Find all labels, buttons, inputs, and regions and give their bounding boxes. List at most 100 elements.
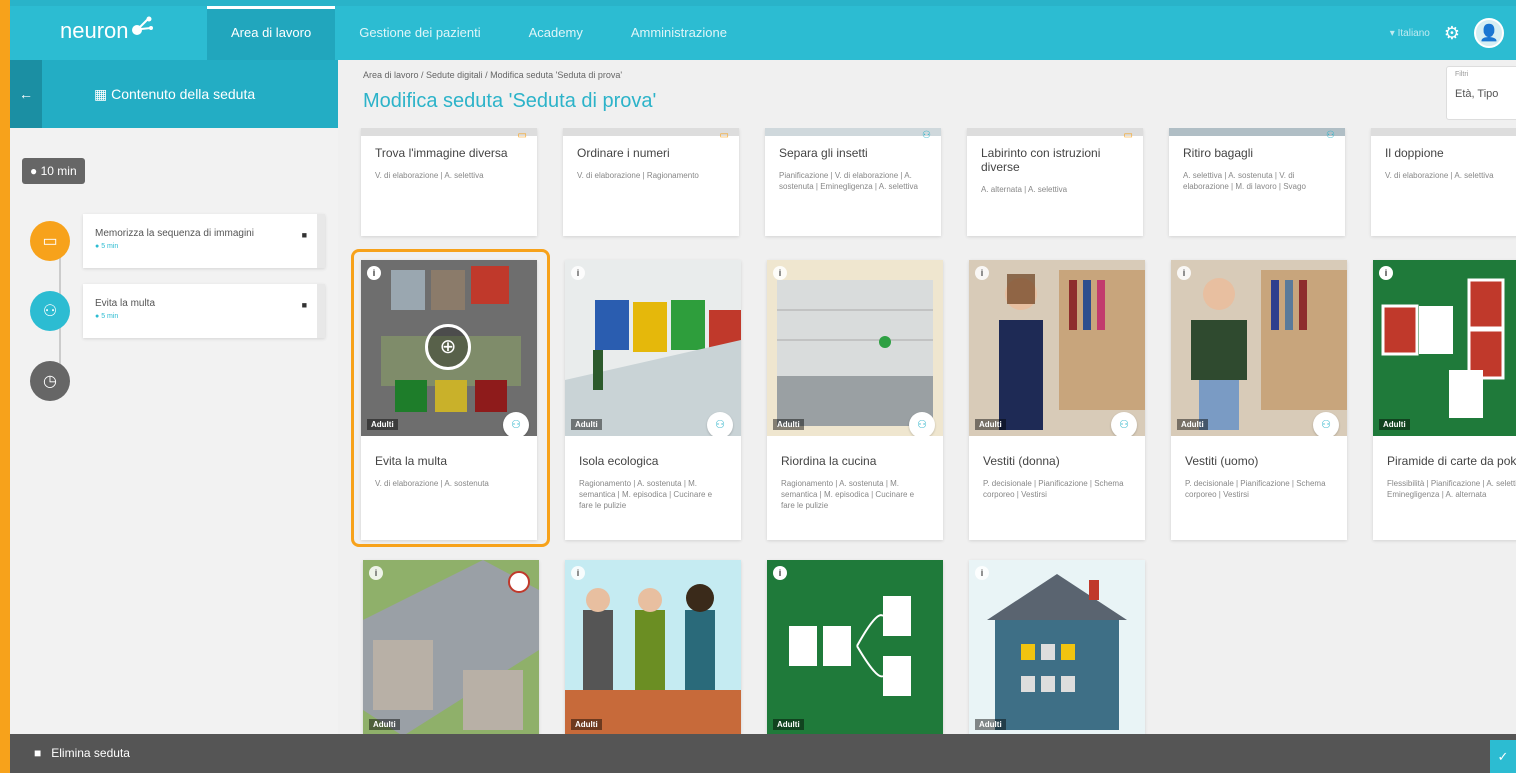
info-icon[interactable]: i [369, 566, 383, 580]
card-title: Trova l'immagine diversa [375, 146, 508, 160]
card-desc: Pianificazione | V. di elaborazione | A.… [779, 171, 918, 192]
gamepad-icon: ⚇ [1313, 412, 1339, 436]
card-thumb-edge [967, 128, 1143, 136]
exercise-card[interactable]: ⚇ Separa gli insetti Pianificazione | V. … [765, 128, 941, 236]
card-title: Vestiti (donna) [983, 454, 1060, 468]
gamepad-icon: ⚇ [707, 412, 733, 436]
exercise-card[interactable]: i Adulti [565, 560, 741, 734]
nav-amministrazione[interactable]: Amministrazione [607, 6, 751, 60]
exercise-card[interactable]: i Adulti ⚇ Vestiti (donna) P. decisionale… [969, 260, 1145, 540]
card-title: Labirinto con istruzioni diverse [981, 146, 1101, 174]
language-select[interactable]: ▾ Italiano [1390, 28, 1430, 39]
age-tag: Adulti [571, 419, 602, 430]
thumbnail-image [363, 560, 539, 734]
avatar[interactable]: 👤 [1474, 18, 1504, 48]
nav-academy[interactable]: Academy [505, 6, 607, 60]
exercise-card[interactable]: ⚇ Ritiro bagagli A. selettiva | A. sosten… [1169, 128, 1345, 236]
card-title: Evita la multa [375, 454, 448, 468]
delete-session-button[interactable]: ■ Elimina seduta [34, 746, 130, 760]
language-label: Italiano [1397, 27, 1430, 39]
card-thumbnail: i Adulti [565, 560, 741, 734]
confirm-button[interactable]: ✓ [1490, 740, 1516, 773]
card-thumb-edge [765, 128, 941, 136]
card-desc: A. selettiva | A. sostenuta | V. di elab… [1183, 171, 1306, 192]
card-desc: A. alternata | A. selettiva [981, 185, 1068, 194]
card-thumb-edge [1169, 128, 1345, 136]
top-right-controls: ▾ Italiano ⚙ 👤 [1390, 18, 1504, 48]
add-time-clock-icon[interactable]: ◷ [30, 361, 70, 401]
exercise-card[interactable]: i Adulti ⚇ Vestiti (uomo) P. decisionale … [1171, 260, 1347, 540]
back-arrow-icon[interactable]: ← [10, 60, 42, 128]
filter-label: Filtri [1455, 71, 1469, 78]
card-desc: V. di elaborazione | A. sostenuta [375, 479, 489, 488]
exercise-card[interactable]: ▭ Ordinare i numeri V. di elaborazione | … [563, 128, 739, 236]
exercise-card[interactable]: Il doppione V. di elaborazione | A. selet… [1371, 128, 1516, 236]
logo[interactable]: neuron [60, 16, 153, 44]
delete-session-label: Elimina seduta [51, 746, 130, 760]
filter-select[interactable]: Filtri Età, Tipo [1446, 66, 1516, 120]
info-icon[interactable]: i [367, 266, 381, 280]
session-item[interactable]: Memorizza la sequenza di immagini ● 5 mi… [83, 214, 325, 268]
top-navbar: neuron Area di lavoro Gestione dei pazie… [10, 0, 1516, 60]
card-desc: V. di elaborazione | Ragionamento [577, 171, 699, 180]
thumbnail-image [777, 280, 933, 426]
exercise-card[interactable]: i ⊕ Adulti ⚇ Evita la multa V. di elabora… [361, 260, 537, 540]
thumbnail-image [999, 270, 1145, 430]
card-thumb-edge [1371, 128, 1516, 136]
age-tag: Adulti [975, 719, 1006, 730]
info-icon[interactable]: i [975, 566, 989, 580]
left-accent-bar [0, 0, 10, 773]
nav-area-di-lavoro[interactable]: Area di lavoro [207, 6, 336, 60]
info-icon[interactable]: i [1379, 266, 1393, 280]
exercise-grid: ▭ Trova l'immagine diversa V. di elaboraz… [338, 128, 1516, 734]
card-desc: Flessibilità | Pianificazione | A. selet… [1387, 479, 1516, 500]
card-thumbnail: i Adulti ⚇ [1171, 260, 1347, 436]
info-icon[interactable]: i [773, 566, 787, 580]
exercise-card[interactable]: i Adulti ⚇ Riordina la cucina Ragionament… [767, 260, 943, 540]
filter-value: Età, Tipo [1455, 88, 1499, 100]
card-desc: V. di elaborazione | A. selettiva [375, 171, 484, 180]
gear-icon[interactable]: ⚙ [1444, 23, 1460, 44]
exercise-card[interactable]: ▭ Labirinto con istruzioni diverse A. alt… [967, 128, 1143, 236]
info-icon[interactable]: i [773, 266, 787, 280]
session-item-duration-text: 5 min [101, 243, 119, 250]
info-icon[interactable]: i [975, 266, 989, 280]
exercise-card[interactable]: i Adulti [969, 560, 1145, 734]
bottom-bar: ■ Elimina seduta ✓ [10, 734, 1516, 773]
trash-icon: ■ [34, 746, 42, 760]
sidebar-header: ← ▦ Contenuto della seduta [10, 60, 338, 128]
info-icon[interactable]: i [1177, 266, 1191, 280]
drag-handle[interactable] [317, 284, 325, 338]
card-title: Separa gli insetti [779, 146, 868, 160]
sidebar-title-text: Contenuto della seduta [111, 86, 256, 102]
session-item-title: Evita la multa [95, 298, 156, 309]
age-tag: Adulti [369, 719, 400, 730]
card-desc: Ragionamento | A. sostenuta | M. semanti… [781, 479, 915, 511]
page-title: Modifica seduta 'Seduta di prova' [363, 90, 657, 112]
card-title: Ritiro bagagli [1183, 146, 1254, 160]
exercise-card[interactable]: ▭ Trova l'immagine diversa V. di elaboraz… [361, 128, 537, 236]
nav-gestione-pazienti[interactable]: Gestione dei pazienti [335, 6, 504, 60]
exercise-card[interactable]: i Adulti ⚇ Isola ecologica Ragionamento |… [565, 260, 741, 540]
age-tag: Adulti [1379, 419, 1410, 430]
info-icon[interactable]: i [571, 266, 585, 280]
logo-icon [131, 16, 153, 35]
session-item-duration: ● 5 min [95, 243, 119, 250]
drag-handle[interactable] [317, 214, 325, 268]
duration-badge: ● 10 min [22, 158, 85, 184]
age-tag: Adulti [975, 419, 1006, 430]
breadcrumb-sedute-digitali[interactable]: Sedute digitali [426, 70, 483, 80]
exercise-card[interactable]: i Adulti [767, 560, 943, 734]
trash-icon[interactable]: ■ [302, 230, 307, 240]
breadcrumb-area-lavoro[interactable]: Area di lavoro [363, 70, 419, 80]
exercise-card[interactable]: i Adulti [363, 560, 539, 734]
image-exercise-icon: ▭ [517, 130, 527, 141]
thumbnail-image [1191, 270, 1347, 430]
session-item-duration: ● 5 min [95, 313, 119, 320]
exercise-card[interactable]: i Adulti Piramide di carte da poker Fless… [1373, 260, 1516, 540]
info-icon[interactable]: i [571, 566, 585, 580]
session-item[interactable]: Evita la multa ● 5 min ■ [83, 284, 325, 338]
logo-text: neuron [60, 18, 129, 43]
add-to-session-icon[interactable]: ⊕ [425, 324, 471, 370]
trash-icon[interactable]: ■ [302, 300, 307, 310]
